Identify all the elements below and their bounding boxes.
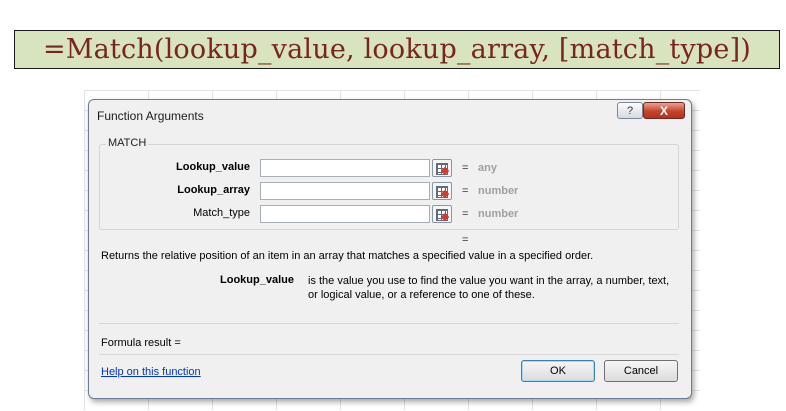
close-icon: X	[659, 103, 668, 118]
lookup-array-label: Lookup_array	[177, 184, 250, 196]
argument-description-text: is the value you use to find the value y…	[308, 275, 670, 301]
match-type-equals: =	[462, 208, 469, 220]
cancel-button[interactable]: Cancel	[604, 360, 678, 382]
formula-banner: =Match(lookup_value, lookup_array, [matc…	[14, 30, 780, 69]
function-description: Returns the relative position of an item…	[101, 250, 594, 262]
lookup-value-label: Lookup_value	[176, 161, 250, 173]
lookup-array-input[interactable]	[260, 182, 430, 200]
function-arguments-dialog: Function Arguments ? X MATCH Lookup_valu…	[88, 99, 692, 399]
dialog-title: Function Arguments	[97, 109, 204, 123]
formula-text: =Match(lookup_value, lookup_array, [matc…	[42, 34, 752, 65]
arguments-group: MATCH Lookup_value = any Lookup_array = …	[99, 137, 679, 230]
match-type-type-hint: number	[478, 208, 519, 220]
lookup-array-equals: =	[462, 185, 469, 197]
divider	[99, 354, 679, 355]
lookup-value-ref-button[interactable]	[432, 159, 452, 177]
help-on-function-link[interactable]: Help on this function	[101, 366, 201, 378]
divider	[99, 323, 679, 324]
lookup-array-ref-button[interactable]	[432, 182, 452, 200]
match-type-input[interactable]	[260, 205, 430, 223]
function-result-equals: =	[462, 234, 469, 246]
ok-button[interactable]: OK	[521, 360, 595, 382]
match-type-label: Match_type	[193, 207, 250, 219]
formula-result-label: Formula result =	[101, 337, 181, 349]
lookup-value-type-hint: any	[478, 162, 497, 174]
function-name: MATCH	[106, 137, 149, 149]
dialog-title-bar[interactable]: Function Arguments ? X	[89, 100, 691, 130]
close-button[interactable]: X	[643, 102, 685, 119]
help-icon: ?	[626, 104, 634, 117]
lookup-array-type-hint: number	[478, 185, 519, 197]
match-type-ref-button[interactable]	[432, 205, 452, 223]
help-button[interactable]: ?	[617, 102, 643, 119]
lookup-value-input[interactable]	[260, 159, 430, 177]
argument-description-name: Lookup_value	[220, 274, 294, 286]
lookup-value-equals: =	[462, 162, 469, 174]
